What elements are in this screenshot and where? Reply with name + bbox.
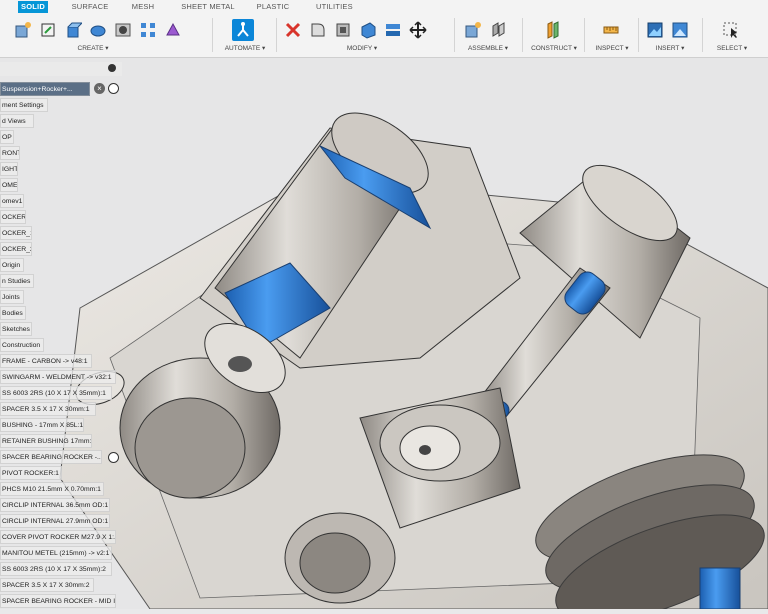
revolve-icon[interactable]: [87, 19, 109, 41]
create-group: CREATE ▾: [8, 14, 208, 57]
tab-utilities[interactable]: UTILITIES: [316, 1, 353, 13]
visibility-icon[interactable]: [108, 452, 119, 463]
inspect-menu[interactable]: INSPECT ▾: [588, 44, 636, 52]
insert-group: INSERT ▾: [640, 14, 700, 57]
create-sketch-icon[interactable]: [37, 19, 59, 41]
ribbon-toolbar: SOLID SURFACE MESH SHEET METAL PLASTIC U…: [0, 0, 768, 58]
browser-item[interactable]: OCKER_1: [0, 226, 32, 240]
browser-root-item[interactable]: Suspension+Rocker+...: [0, 82, 90, 96]
browser-item[interactable]: Bodies: [0, 306, 26, 320]
new-component-assemble-icon[interactable]: [462, 19, 484, 41]
joint-icon[interactable]: [487, 19, 509, 41]
automate-icon[interactable]: [232, 19, 254, 41]
browser-item[interactable]: IGHT: [0, 162, 18, 176]
radio-icon[interactable]: [108, 83, 119, 94]
select-menu[interactable]: SELECT ▾: [704, 44, 760, 52]
browser-item[interactable]: Origin: [0, 258, 24, 272]
automate-menu[interactable]: AUTOMATE ▾: [218, 44, 272, 52]
browser-item[interactable]: SS 6003 2RS (10 X 17 X 35mm):1: [0, 386, 112, 400]
select-cursor-icon[interactable]: [720, 19, 742, 41]
browser-item[interactable]: OME: [0, 178, 18, 192]
browser-item[interactable]: Construction: [0, 338, 44, 352]
tab-sheet-metal[interactable]: SHEET METAL: [180, 1, 236, 13]
move-icon[interactable]: [407, 19, 429, 41]
browser-item[interactable]: SPACER 3.5 X 17 X 30mm:1: [0, 402, 96, 416]
construct-group: CONSTRUCT ▾: [526, 14, 582, 57]
browser-item[interactable]: Joints: [0, 290, 24, 304]
browser-item[interactable]: FRAME - CARBON -> v48:1: [0, 354, 92, 368]
insert-menu[interactable]: INSERT ▾: [640, 44, 700, 52]
browser-item[interactable]: OCKER_2: [0, 242, 32, 256]
browser-item[interactable]: RONT: [0, 146, 20, 160]
browser-item[interactable]: RETAINER BUSHING 17mm:1: [0, 434, 92, 448]
separator: [638, 18, 639, 52]
browser-pin-icon[interactable]: [108, 64, 116, 72]
browser-item[interactable]: BUSHING - 17mm X 85L:1: [0, 418, 84, 432]
inspect-group: INSPECT ▾: [588, 14, 636, 57]
separator: [212, 18, 213, 52]
construct-menu[interactable]: CONSTRUCT ▾: [526, 44, 582, 52]
browser-item[interactable]: ment Settings: [0, 98, 48, 112]
browser-item[interactable]: COVER PIVOT ROCKER M27.9 X 1:...: [0, 530, 116, 544]
shell-icon[interactable]: [357, 19, 379, 41]
measure-icon[interactable]: [600, 19, 622, 41]
browser-item[interactable]: OP: [0, 130, 14, 144]
form-icon[interactable]: [162, 19, 184, 41]
browser-item[interactable]: SWINGARM - WELDMENT -> v32:1: [0, 370, 116, 384]
new-component-icon[interactable]: [12, 19, 34, 41]
tab-surface[interactable]: SURFACE: [70, 1, 110, 13]
tab-solid[interactable]: SOLID: [18, 1, 48, 13]
ribbon-tabs: SOLID SURFACE MESH SHEET METAL PLASTIC U…: [0, 0, 768, 14]
tab-plastic[interactable]: PLASTIC: [256, 1, 290, 13]
separator: [702, 18, 703, 52]
browser-item[interactable]: MANITOU METEL (215mm) -> v2:1: [0, 546, 112, 560]
browser-item[interactable]: OCKER: [0, 210, 26, 224]
combine-icon[interactable]: [382, 19, 404, 41]
chamfer-icon[interactable]: [332, 19, 354, 41]
create-menu[interactable]: CREATE ▾: [8, 44, 178, 52]
separator: [522, 18, 523, 52]
insert-canvas-icon[interactable]: [644, 19, 666, 41]
assemble-menu[interactable]: ASSEMBLE ▾: [458, 44, 518, 52]
browser-header: [0, 62, 122, 76]
offset-plane-icon[interactable]: [542, 19, 564, 41]
browser-item[interactable]: PIVOT ROCKER:1: [0, 466, 62, 480]
tab-mesh[interactable]: MESH: [128, 1, 158, 13]
browser-item[interactable]: omev1: [0, 194, 24, 208]
browser-item[interactable]: n Studies: [0, 274, 34, 288]
separator: [454, 18, 455, 52]
browser-item[interactable]: SPACER BEARING ROCKER -...: [0, 450, 102, 464]
browser-item[interactable]: Sketches: [0, 322, 32, 336]
pattern-icon[interactable]: [137, 19, 159, 41]
extrude-icon[interactable]: [62, 19, 84, 41]
modify-group: MODIFY ▾: [282, 14, 452, 57]
browser-panel: Suspension+Rocker+... × ment Settings d …: [0, 62, 122, 609]
automate-group: AUTOMATE ▾: [218, 14, 272, 57]
browser-item[interactable]: PHCS M10 21.5mm X 0.70mm:1: [0, 482, 104, 496]
browser-item[interactable]: SS 6003 2RS (10 X 17 X 35mm):2: [0, 562, 112, 576]
separator: [276, 18, 277, 52]
select-group: SELECT ▾: [704, 14, 760, 57]
close-icon[interactable]: ×: [94, 83, 105, 94]
separator: [584, 18, 585, 52]
browser-item[interactable]: d Views: [0, 114, 34, 128]
browser-item[interactable]: CIRCLIP INTERNAL 36.5mm OD:1: [0, 498, 110, 512]
browser-item[interactable]: SPACER BEARING ROCKER - MID I...: [0, 594, 116, 608]
browser-item[interactable]: SPACER 3.5 X 17 X 30mm:2: [0, 578, 94, 592]
fillet-icon[interactable]: [307, 19, 329, 41]
browser-item[interactable]: CIRCLIP INTERNAL 27.9mm OD:1: [0, 514, 110, 528]
press-pull-icon[interactable]: [282, 19, 304, 41]
modify-menu[interactable]: MODIFY ▾: [282, 44, 442, 52]
assemble-group: ASSEMBLE ▾: [458, 14, 518, 57]
insert-decal-icon[interactable]: [669, 19, 691, 41]
hole-icon[interactable]: [112, 19, 134, 41]
